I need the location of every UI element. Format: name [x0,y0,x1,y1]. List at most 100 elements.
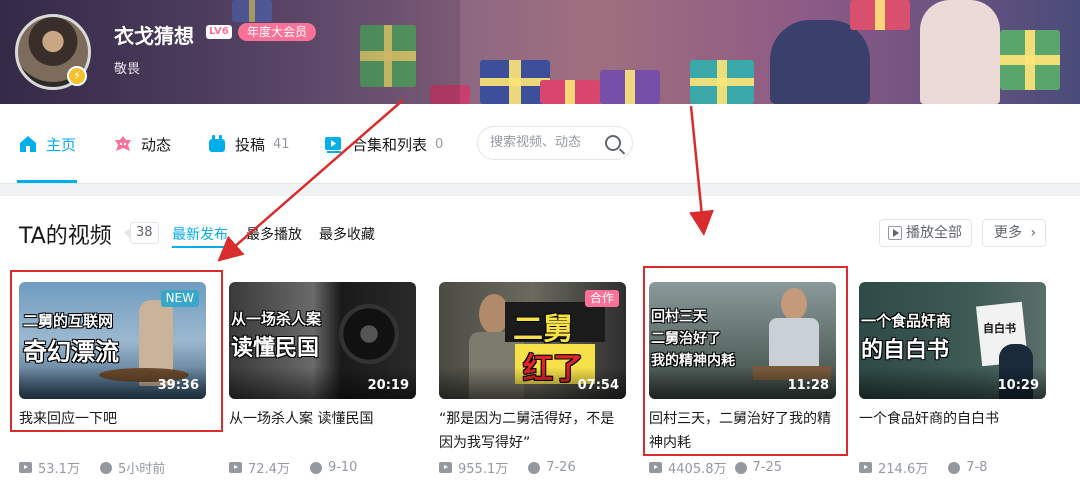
dynamic-icon [113,134,133,154]
publish-time: 5小时前 [117,462,166,477]
sort-most-played[interactable]: 最多播放 [246,224,302,244]
view-count: 72.4万 [248,462,290,477]
play-count-icon [229,462,242,473]
thumb-text: 回村三天 [651,309,707,325]
tab-dynamic[interactable]: 动态 [113,132,171,156]
publish-time: 7-26 [546,460,576,475]
view-count: 214.6万 [878,462,929,477]
video-title[interactable]: 从一场杀人案 读懂民国 [229,407,416,455]
tab-collections-label: 合集和列表 [352,135,428,154]
video-stats: 4405.8万 7-25 [649,458,782,477]
tab-uploads-count: 41 [273,136,290,152]
video-card[interactable]: 二舅 红了 合作 07:54 “那是因为二舅活得好，不是因为我写得好” 955.… [439,282,626,477]
publish-time: 9-10 [327,460,358,475]
thumb-text: 奇幻漂流 [23,338,119,366]
publish-time: 7-8 [966,460,988,475]
active-tab-underline [17,180,77,183]
view-count: 4405.8万 [668,462,727,477]
section-title: TA的视频 [19,224,112,249]
more-label: 更多 [994,225,1022,241]
gift-box-decoration [540,80,600,104]
publish-time: 7-25 [752,460,783,475]
tab-home-label: 主页 [46,135,77,154]
clock-icon [528,461,541,474]
gift-box-decoration [920,0,1000,104]
video-stats: 955.1万 7-26 [439,458,576,477]
collab-badge: 合作 [584,290,619,307]
search-icon[interactable] [605,135,621,151]
section-divider [0,184,1080,196]
home-icon [18,134,38,154]
profile-banner: ⚡ 衣戈猜想 LV6 年度大会员 敬畏 [0,0,1080,104]
thumb-text: 自白书 [983,322,1016,335]
thumb-text: 的自白书 [861,338,950,363]
sort-underline [172,246,228,248]
clock-icon [734,461,747,474]
username[interactable]: 衣戈猜想 [114,20,194,49]
video-thumbnail[interactable]: 自白书 一个食品奸商 的自白书 10:29 [859,282,1046,399]
gift-box-decoration [770,20,870,104]
thumb-text: 从一场杀人案 [231,310,322,328]
tab-collections-count: 0 [435,136,444,152]
play-all-button[interactable]: 播放全部 [879,219,972,247]
tab-collections[interactable]: 合集和列表 0 [324,132,443,156]
video-thumbnail[interactable]: 二舅的互联网 奇幻漂流 NEW 39:36 [19,282,206,399]
thumb-text: 一个食品奸商 [861,312,952,330]
tab-home[interactable]: 主页 [18,132,76,156]
tab-dynamic-label: 动态 [141,135,172,154]
play-count-icon [859,462,872,473]
video-duration: 07:54 [577,378,619,393]
video-thumbnail[interactable]: 回村三天 二舅治好了 我的精神内耗 11:28 [649,282,836,399]
clock-icon [309,461,322,474]
video-stats: 72.4万 9-10 [229,458,357,477]
profile-nav: 主页 动态 投稿 41 合集和列表 0 [0,104,1080,184]
collection-icon [324,134,344,154]
video-card[interactable]: 自白书 一个食品奸商 的自白书 10:29 一个食品奸商的自白书 214.6万 … [859,282,1046,477]
video-card[interactable]: 从一场杀人案 读懂民国 20:19 从一场杀人案 读懂民国 72.4万 9-10 [229,282,416,477]
video-title[interactable]: 回村三天，二舅治好了我的精神内耗 [649,407,836,455]
gift-box-decoration [850,0,910,30]
video-thumbnail[interactable]: 从一场杀人案 读懂民国 20:19 [229,282,416,399]
video-duration: 20:19 [367,378,409,393]
video-stats: 214.6万 7-8 [859,458,987,477]
thumb-text: 二舅治好了 [651,331,721,347]
play-count-icon [19,462,32,473]
video-card[interactable]: 回村三天 二舅治好了 我的精神内耗 11:28 回村三天，二舅治好了我的精神内耗… [649,282,836,477]
gift-box-decoration [600,70,660,104]
video-duration: 11:28 [787,378,829,393]
level-badge: LV6 [206,25,232,39]
video-title[interactable]: 我来回应一下吧 [19,407,206,455]
sort-latest[interactable]: 最新发布 [172,224,228,244]
view-count: 955.1万 [458,462,509,477]
video-title[interactable]: 一个食品奸商的自白书 [859,407,1046,455]
video-duration: 10:29 [997,378,1039,393]
search-input[interactable] [490,135,602,150]
play-icon [888,226,902,240]
thumb-text: 读懂民国 [231,336,320,361]
play-count-icon [439,462,452,473]
clock-icon [99,461,112,474]
vip-badge[interactable]: 年度大会员 [238,23,317,41]
gift-box-decoration [1000,30,1060,90]
video-card[interactable]: 二舅的互联网 奇幻漂流 NEW 39:36 我来回应一下吧 53.1万 5小时前 [19,282,206,477]
search-box[interactable] [477,126,633,160]
gift-box-decoration [690,60,754,104]
thumb-text: 二舅的互联网 [23,312,114,330]
thumb-text: 二舅 [513,312,573,347]
lightning-icon: ⚡ [67,66,87,86]
user-sign: 敬畏 [114,62,141,77]
clock-icon [948,461,961,474]
more-button[interactable]: 更多 › [982,219,1046,247]
video-duration: 39:36 [157,378,199,393]
view-count: 53.1万 [38,462,80,477]
new-badge: NEW [160,290,199,307]
play-all-label: 播放全部 [906,225,962,241]
tab-uploads-label: 投稿 [235,135,266,154]
video-stats: 53.1万 5小时前 [19,458,165,477]
video-thumbnail[interactable]: 二舅 红了 合作 07:54 [439,282,626,399]
video-title[interactable]: “那是因为二舅活得好，不是因为我写得好” [439,407,626,455]
tab-uploads[interactable]: 投稿 41 [207,132,290,156]
video-count-badge: 38 [124,222,159,244]
sort-most-favorited[interactable]: 最多收藏 [319,224,375,244]
upload-icon [207,134,227,154]
